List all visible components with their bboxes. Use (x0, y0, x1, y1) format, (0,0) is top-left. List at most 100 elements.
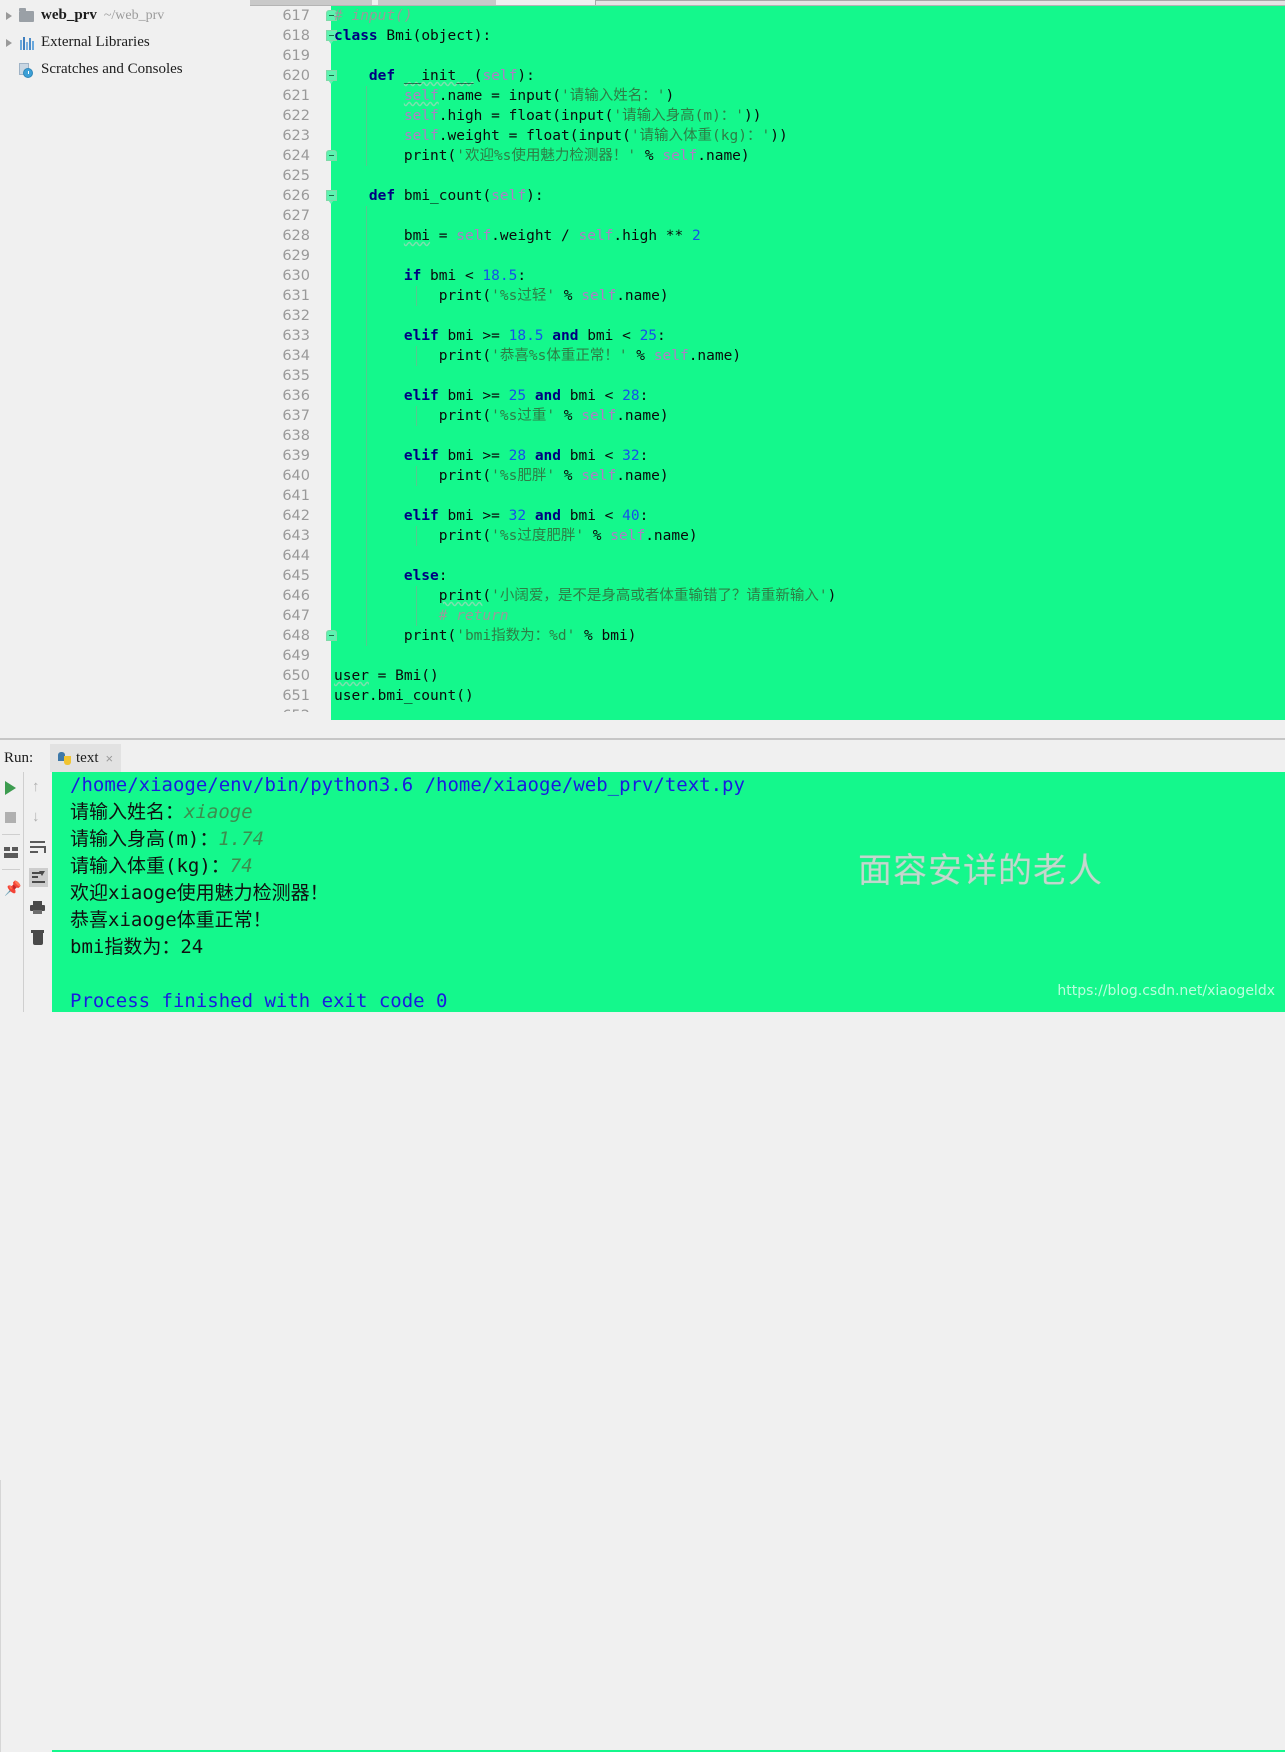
code-token-classname: Bmi (386, 28, 413, 44)
soft-wrap-button[interactable] (24, 832, 51, 862)
console-output[interactable]: /home/xiaoge/env/bin/python3.6 /home/xia… (52, 772, 1285, 1012)
code-line: 645 else: (250, 566, 1285, 586)
code-line: 629 (250, 246, 1285, 266)
tree-item-label: External Libraries (41, 34, 150, 50)
line-number: 647 (282, 608, 310, 624)
line-number: 641 (282, 488, 310, 504)
run-tool-window: Run: text × 📌 ↑ ↓ /home/xiaoge/env/bin/p (0, 740, 1285, 1752)
code-token-self: self (482, 68, 518, 84)
console-user-input: 74 (229, 855, 253, 877)
rerun-button[interactable] (0, 772, 22, 802)
code-token-string: '%s肥胖' (491, 468, 556, 484)
console-input-row: 请输入身高(m)：1.74 (52, 826, 1285, 853)
code-line-partial: 652 (250, 706, 1285, 712)
code-line: 621 self.name = input('请输入姓名：') (250, 86, 1285, 106)
line-number: 621 (282, 88, 310, 104)
code-token-string: '%s过轻' (491, 288, 556, 304)
code-token-number: 28 (508, 448, 527, 464)
code-token-number: 25 (508, 388, 527, 404)
project-tree: web_prv ~/web_prv External Libraries Scr (0, 0, 250, 83)
code-line: 626 def bmi_count(self): (250, 186, 1285, 206)
expand-arrow-placeholder (2, 62, 18, 78)
code-token-keyword: and (534, 448, 562, 464)
tree-item-scratches-and-consoles[interactable]: Scratches and Consoles (0, 56, 250, 83)
line-number: 626 (282, 188, 310, 204)
code-line: 619 (250, 46, 1285, 66)
code-line: 644 (250, 546, 1285, 566)
line-number: 648 (282, 628, 310, 644)
toolbar-separator (2, 869, 20, 870)
code-line: 638 (250, 426, 1285, 446)
arrow-up-icon: ↑ (32, 778, 40, 795)
line-number: 629 (282, 248, 310, 264)
tree-item-web-prv[interactable]: web_prv ~/web_prv (0, 2, 250, 29)
run-tab-text[interactable]: text × (50, 744, 122, 772)
run-right-toolbar: ↑ ↓ (23, 772, 52, 1012)
expand-arrow-icon[interactable] (2, 8, 18, 24)
editor-code-area[interactable]: 617 # input() 618 class Bmi(object): 619 (250, 6, 1285, 720)
code-token-string: '请输入姓名：' (560, 88, 666, 104)
code-lines: 617 # input() 618 class Bmi(object): 619 (250, 6, 1285, 712)
code-token-string: '小阔爱，是不是身高或者体重输错了？请重新输入' (491, 588, 828, 604)
console-prompt: 请输入姓名： (70, 801, 185, 823)
code-token-keyword: elif (403, 388, 439, 404)
code-line: 628 bmi = self.weight / self.high ** 2 (250, 226, 1285, 246)
line-number: 633 (282, 328, 310, 344)
layout-button[interactable] (0, 837, 22, 867)
code-token-number: 28 (622, 388, 640, 404)
line-number: 639 (282, 448, 310, 464)
console-input-row: 请输入体重(kg)：74 (52, 853, 1285, 880)
code-line: 648 print('bmi指数为：%d' % bmi) (250, 626, 1285, 646)
soft-wrap-icon (30, 841, 46, 854)
libraries-icon (18, 34, 38, 52)
code-token-funcname: __init__ (403, 68, 474, 84)
python-icon (58, 751, 71, 765)
trash-icon (31, 930, 44, 945)
code-token-number: 32 (508, 508, 527, 524)
code-token-keyword: else (403, 568, 439, 584)
line-number: 635 (282, 368, 310, 384)
code-token-comment: # return (438, 608, 509, 624)
console-user-input: 1.74 (218, 828, 265, 850)
code-token-keyword: def (368, 68, 396, 84)
code-token-keyword: if (403, 268, 422, 284)
clear-all-button[interactable] (24, 922, 51, 952)
scroll-to-end-button[interactable] (24, 862, 51, 892)
pin-tab-button[interactable]: 📌 (0, 872, 22, 902)
tree-item-path: ~/web_prv (103, 7, 165, 23)
console-command-line: /home/xiaoge/env/bin/python3.6 /home/xia… (52, 772, 1285, 799)
console-prompt: 请输入体重(kg)： (70, 855, 230, 877)
print-button[interactable] (24, 892, 51, 922)
code-token-keyword: and (534, 388, 562, 404)
code-line: 632 (250, 306, 1285, 326)
code-token-keyword: and (534, 508, 562, 524)
console-input-row: 请输入姓名：xiaoge (52, 799, 1285, 826)
tree-item-label: Scratches and Consoles (41, 61, 183, 77)
code-line: 625 (250, 166, 1285, 186)
tree-item-external-libraries[interactable]: External Libraries (0, 29, 250, 56)
line-number: 623 (282, 128, 310, 144)
line-number: 619 (282, 48, 310, 64)
console-output-line: 欢迎xiaoge使用魅力检测器！ (70, 882, 329, 904)
project-tool-window: web_prv ~/web_prv External Libraries Scr (0, 0, 250, 740)
scratches-icon (18, 61, 38, 79)
down-button[interactable]: ↓ (24, 802, 51, 832)
code-line: 631 print('%s过轻' % self.name) (250, 286, 1285, 306)
layout-icon (4, 847, 18, 858)
close-icon[interactable]: × (106, 752, 114, 765)
top-area: web_prv ~/web_prv External Libraries Scr (0, 0, 1285, 740)
up-button[interactable]: ↑ (24, 772, 51, 802)
code-line: 649 (250, 646, 1285, 666)
expand-arrow-icon[interactable] (2, 35, 18, 51)
stop-button[interactable] (0, 802, 22, 832)
line-number: 650 (282, 668, 310, 684)
code-token-number: 18.5 (482, 268, 518, 284)
code-line: 635 (250, 366, 1285, 386)
code-token-string: 'bmi指数为：%d' (456, 628, 576, 644)
code-token-number: 40 (622, 508, 640, 524)
code-line: 623 self.weight = float(input('请输入体重(kg)… (250, 126, 1285, 146)
pycharm-window: web_prv ~/web_prv External Libraries Scr (0, 0, 1285, 1752)
code-token-keyword: elif (403, 328, 439, 344)
code-line: 634 print('恭喜%s体重正常！' % self.name) (250, 346, 1285, 366)
line-number: 646 (282, 588, 310, 604)
